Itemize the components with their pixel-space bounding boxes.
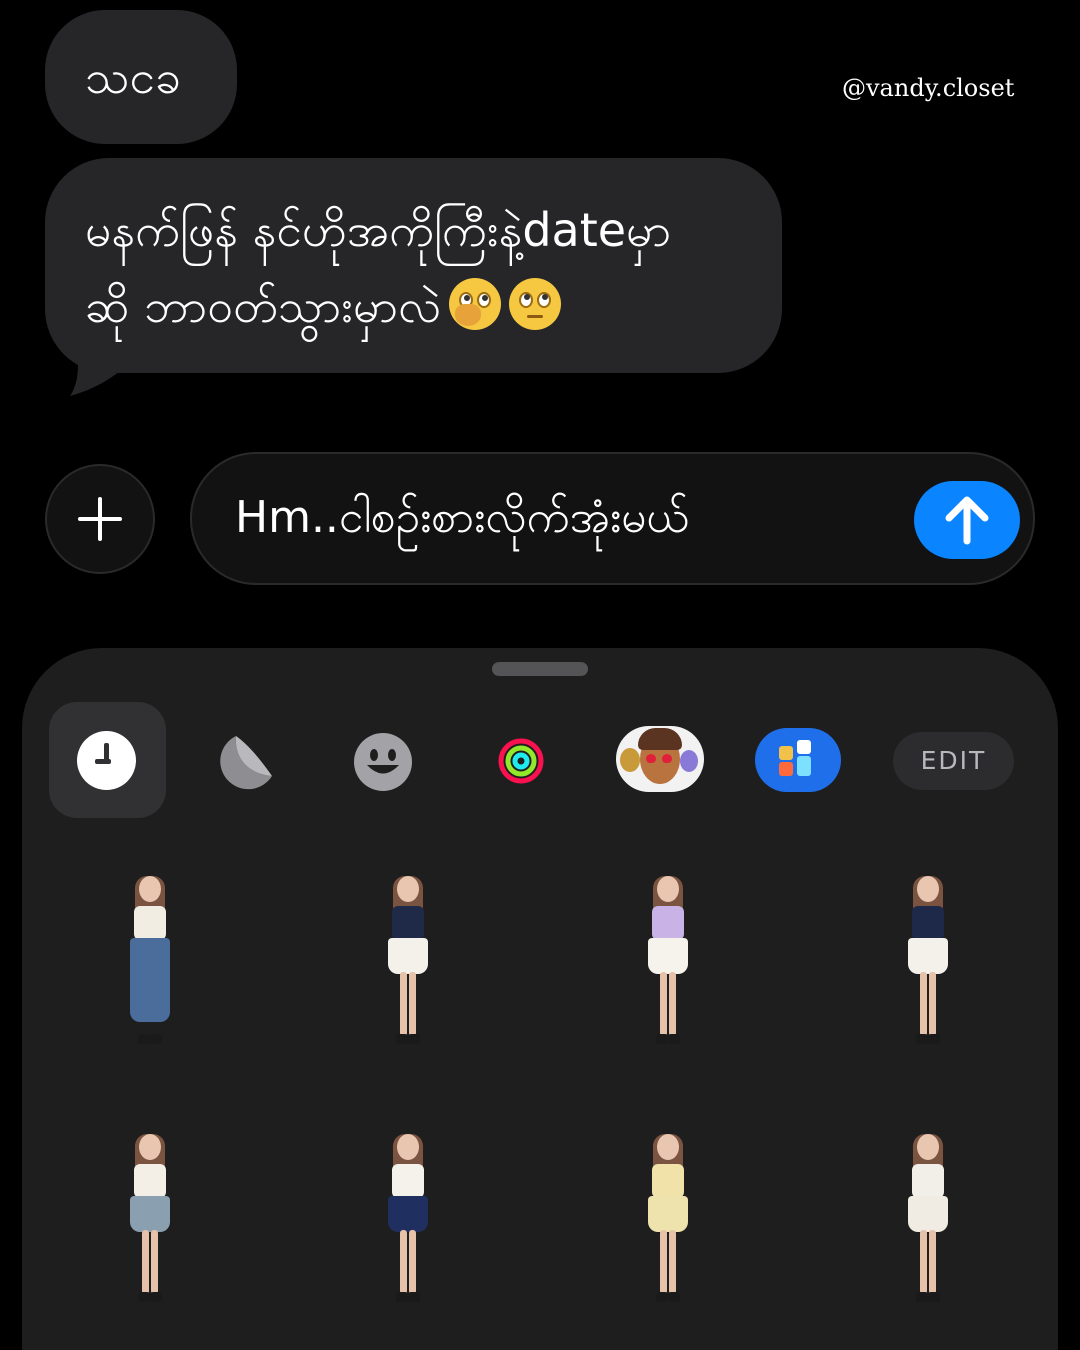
activity-rings-icon[interactable] <box>497 737 545 785</box>
edit-button[interactable]: EDIT <box>893 732 1014 790</box>
incoming-message-bubble[interactable]: သငခ <box>45 10 237 144</box>
smiley-icon[interactable] <box>353 732 413 792</box>
arrow-up-icon <box>945 496 989 545</box>
app-grid-icon[interactable] <box>755 728 841 792</box>
outfit-sticker[interactable] <box>898 1134 958 1309</box>
outfit-sticker[interactable] <box>378 876 438 1051</box>
outfit-sticker[interactable] <box>120 1134 180 1309</box>
tab-recents[interactable] <box>49 702 166 818</box>
message-text-line-2: ဆို ဘာဝတ်သွားမှာလဲ <box>85 279 442 333</box>
incoming-message-bubble[interactable]: မနက်ဖြန် နင်ဟိုအကိုကြီးနဲ့dateမှာ ဆို ဘာ… <box>45 158 782 373</box>
outfit-sticker[interactable] <box>120 876 180 1051</box>
moon-sticker-icon[interactable] <box>214 732 276 794</box>
face-with-hand-over-mouth-emoji <box>449 278 502 330</box>
outfit-sticker[interactable] <box>378 1134 438 1309</box>
send-button[interactable] <box>914 481 1020 559</box>
drawer-grabber[interactable] <box>492 662 588 676</box>
outfit-sticker[interactable] <box>638 1134 698 1309</box>
message-input[interactable]: Hm..ငါစဉ်းစားလိုက်အုံးမယ် <box>190 452 1035 585</box>
sticker-drawer: EDIT <box>22 648 1058 1350</box>
message-input-value: Hm..ငါစဉ်းစားလိုက်အုံးမယ် <box>235 492 689 543</box>
message-text: သငခ <box>85 50 181 104</box>
message-bubble-tail <box>70 340 126 396</box>
memoji-icon[interactable] <box>616 726 704 792</box>
clock-icon <box>77 731 136 790</box>
watermark-text: @vandy.closet <box>842 74 1015 102</box>
outfit-sticker[interactable] <box>898 876 958 1051</box>
message-text-line-1: မနက်ဖြန် နင်ဟိုအကိုကြီးနဲ့dateမှာ <box>85 203 672 257</box>
outfit-sticker[interactable] <box>638 876 698 1051</box>
add-attachment-button[interactable] <box>45 464 155 574</box>
face-with-rolling-eyes-emoji <box>509 278 562 330</box>
